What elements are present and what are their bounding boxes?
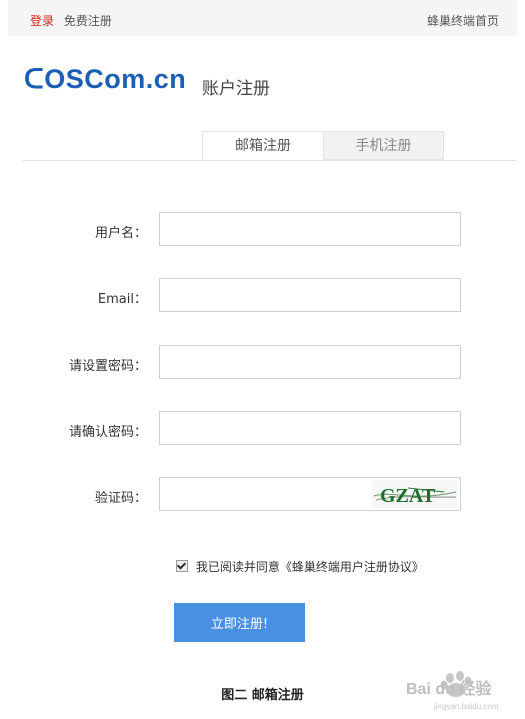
agreement-text[interactable]: 我已阅读并同意《蜂巢终端用户注册协议》 <box>196 560 424 574</box>
login-link[interactable]: 登录 <box>30 14 54 28</box>
page-title: 账户注册 <box>202 79 270 99</box>
tab-email-register[interactable]: 邮箱注册 <box>202 131 324 160</box>
password-row: 请设置密码： <box>0 345 525 381</box>
captcha-row: 验证码： GZAT <box>0 477 525 513</box>
agreement-checkbox[interactable] <box>176 560 188 572</box>
baidu-watermark: Bai du 经验 jingyan.baidu.com <box>404 668 519 712</box>
password-input[interactable] <box>159 345 461 379</box>
username-row: 用户名： <box>0 212 525 248</box>
confirm-password-label: 请确认密码： <box>68 425 147 440</box>
username-label: 用户名： <box>94 226 147 241</box>
site-logo[interactable]: ᑕOSCom.cn <box>24 64 186 95</box>
top-bar: 登录 免费注册 蜂巢终端首页 <box>8 0 517 36</box>
confirm-password-input[interactable] <box>159 411 461 445</box>
register-submit-button[interactable]: 立即注册! <box>174 603 305 642</box>
confirm-password-row: 请确认密码： <box>0 411 525 447</box>
register-link[interactable]: 免费注册 <box>64 14 112 28</box>
tab-phone-register[interactable]: 手机注册 <box>324 131 444 160</box>
captcha-label: 验证码： <box>94 491 147 506</box>
watermark-subtext: jingyan.baidu.com <box>433 702 499 711</box>
email-input[interactable] <box>159 278 461 312</box>
home-link[interactable]: 蜂巢终端首页 <box>427 12 499 29</box>
captcha-graphic: GZAT <box>373 485 457 507</box>
agreement-row: 我已阅读并同意《蜂巢终端用户注册协议》 <box>176 558 424 575</box>
email-row: Email： <box>0 278 525 314</box>
watermark-text: Bai du 经验 <box>406 679 492 698</box>
password-label: 请设置密码： <box>68 359 147 374</box>
captcha-image[interactable]: GZAT <box>372 480 458 508</box>
email-label: Email： <box>97 292 147 307</box>
top-bar-left: 登录 免费注册 <box>30 12 112 29</box>
username-input[interactable] <box>159 212 461 246</box>
captcha-text: GZAT <box>380 485 436 507</box>
watermark-logo: Bai du 经验 jingyan.baidu.com <box>406 671 499 711</box>
